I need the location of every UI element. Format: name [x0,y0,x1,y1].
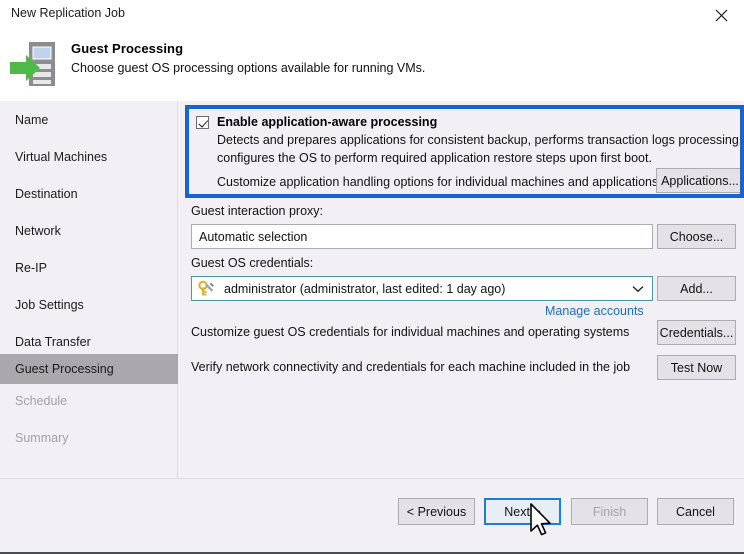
credentials-button[interactable]: Credentials... [657,320,736,345]
dialog-body: Name Virtual Machines Destination Networ… [0,101,744,478]
guest-os-credentials-value: administrator (administrator, last edite… [224,281,506,296]
sidebar-item-destination[interactable]: Destination [0,179,178,209]
page-title: Guest Processing [71,41,184,56]
next-button[interactable]: Next > [484,498,561,525]
close-icon [715,9,728,21]
sidebar-item-label: Job Settings [15,298,84,312]
sidebar-item-label: Virtual Machines [15,150,108,164]
customize-application-handling-text: Customize application handling options f… [217,175,659,189]
sidebar-item-job-settings[interactable]: Job Settings [0,290,178,320]
cancel-button[interactable]: Cancel [657,498,734,525]
sidebar-item-summary: Summary [0,423,178,453]
app-aware-description-line-2: configures the OS to perform required ap… [217,151,652,165]
guest-os-credentials-label: Guest OS credentials: [191,256,314,270]
window-title: New Replication Job [11,6,125,20]
sidebar-item-guest-processing[interactable]: Guest Processing [0,354,178,384]
key-icon [198,280,214,296]
add-credentials-button[interactable]: Add... [657,276,736,301]
enable-app-aware-label: Enable application-aware processing [217,115,438,129]
sidebar-item-label: Network [15,224,61,238]
dialog-footer: < Previous Next > Finish Cancel [0,478,744,552]
sidebar-item-schedule: Schedule [0,386,178,416]
close-button[interactable] [699,0,744,30]
app-aware-description-line-1: Detects and prepares applications for co… [217,133,744,147]
enable-app-aware-row[interactable]: Enable application-aware processing [196,115,437,129]
title-bar: New Replication Job [0,0,744,30]
previous-button[interactable]: < Previous [398,498,475,525]
customize-credentials-text: Customize guest OS credentials for indiv… [191,325,630,339]
choose-button[interactable]: Choose... [657,224,736,249]
guest-interaction-proxy-label: Guest interaction proxy: [191,204,324,218]
new-replication-job-dialog: New Replication Job Guest Processing Cho… [0,0,744,554]
sidebar-item-label: Data Transfer [15,335,91,349]
page-subtitle: Choose guest OS processing options avail… [71,61,426,75]
sidebar-item-name[interactable]: Name [0,105,178,135]
sidebar-item-label: Re-IP [15,261,47,275]
manage-accounts-link[interactable]: Manage accounts [545,304,644,318]
sidebar-item-label: Destination [15,187,78,201]
enable-app-aware-checkbox[interactable] [196,116,209,129]
guest-processing-panel: Enable application-aware processing Dete… [179,101,744,478]
sidebar-item-label: Name [15,113,49,127]
sidebar-item-data-transfer[interactable]: Data Transfer [0,327,178,357]
verify-connectivity-text: Verify network connectivity and credenti… [191,360,631,374]
sidebar-item-label: Guest Processing [15,362,114,376]
applications-button[interactable]: Applications... [656,168,740,193]
sidebar-item-label: Summary [15,431,69,445]
replication-job-icon [8,38,62,92]
sidebar-item-network[interactable]: Network [0,216,178,246]
sidebar-item-re-ip[interactable]: Re-IP [0,253,178,283]
guest-interaction-proxy-value: Automatic selection [199,229,308,244]
wizard-step-list: Name Virtual Machines Destination Networ… [0,101,178,478]
test-now-button[interactable]: Test Now [657,355,736,380]
application-aware-processing-group: Enable application-aware processing Dete… [185,105,744,198]
chevron-down-icon[interactable] [632,277,644,300]
guest-interaction-proxy-field[interactable]: Automatic selection [191,224,653,249]
finish-button: Finish [571,498,648,525]
sidebar-item-label: Schedule [15,394,68,408]
sidebar-item-virtual-machines[interactable]: Virtual Machines [0,142,178,172]
guest-os-credentials-combobox[interactable]: administrator (administrator, last edite… [191,276,653,301]
dialog-header: Guest Processing Choose guest OS process… [0,30,744,101]
